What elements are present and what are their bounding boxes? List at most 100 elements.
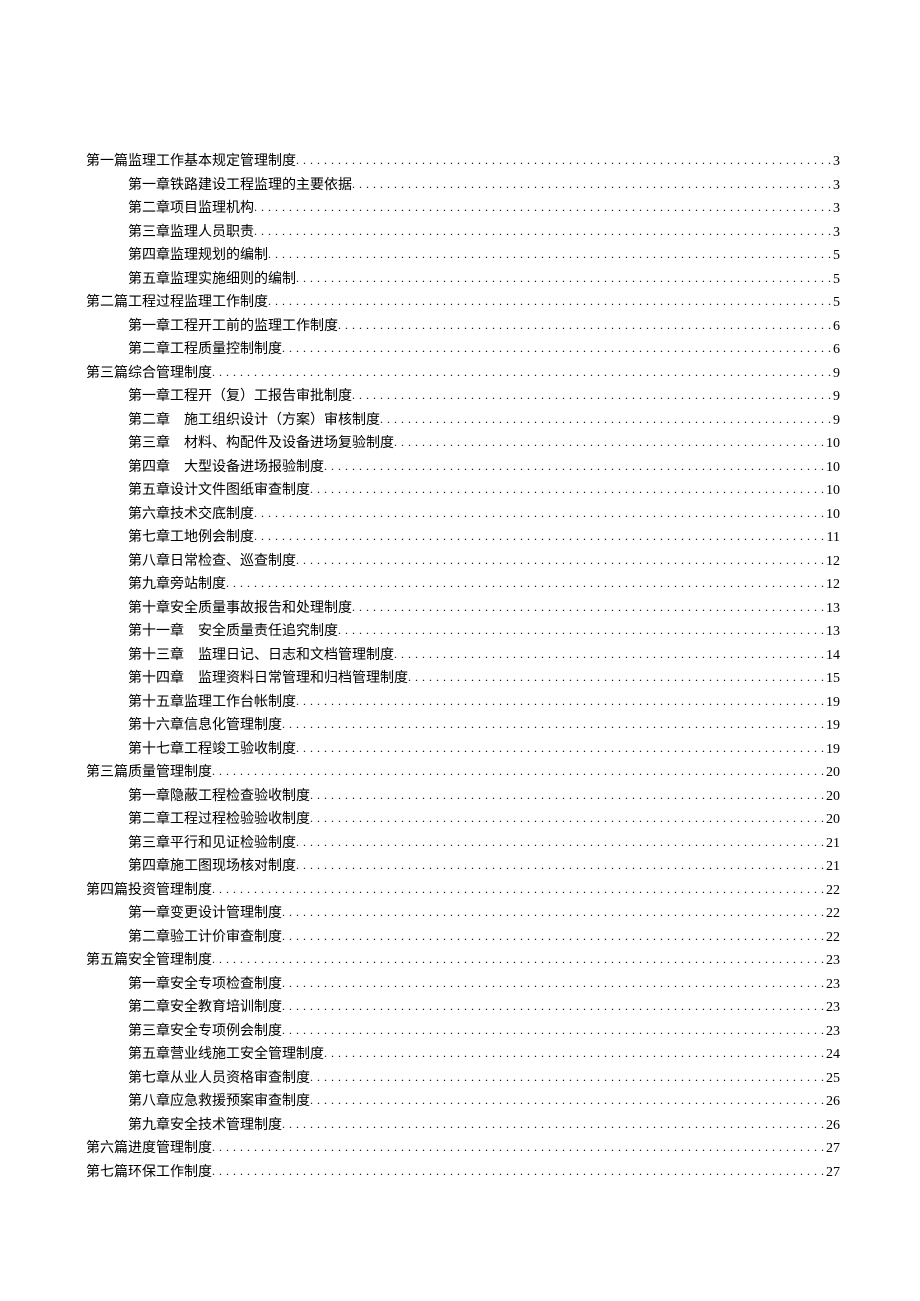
toc-entry: 第十六章信息化管理制度19 bbox=[86, 714, 840, 738]
toc-entry: 第二章项目监理机构3 bbox=[86, 197, 840, 221]
toc-entry-page: 12 bbox=[824, 550, 840, 574]
toc-entry: 第一章铁路建设工程监理的主要依据3 bbox=[86, 174, 840, 198]
toc-entry: 第二章验工计价审查制度22 bbox=[86, 926, 840, 950]
toc-leader-dots bbox=[352, 173, 831, 197]
toc-entry-page: 25 bbox=[824, 1067, 840, 1091]
toc-entry-page: 22 bbox=[824, 902, 840, 926]
toc-leader-dots bbox=[212, 878, 824, 902]
toc-entry-title: 第十六章信息化管理制度 bbox=[128, 714, 282, 738]
toc-entry-title: 第三篇质量管理制度 bbox=[86, 761, 212, 785]
toc-entry-page: 6 bbox=[831, 338, 840, 362]
toc-entry-title: 第五篇安全管理制度 bbox=[86, 949, 212, 973]
toc-entry: 第七章从业人员资格审查制度25 bbox=[86, 1067, 840, 1091]
toc-entry-page: 23 bbox=[824, 1020, 840, 1044]
toc-entry-page: 3 bbox=[831, 150, 840, 174]
toc-entry-title: 第一章工程开（复）工报告审批制度 bbox=[128, 385, 352, 409]
toc-entry-title: 第七篇环保工作制度 bbox=[86, 1161, 212, 1185]
toc-leader-dots bbox=[282, 995, 824, 1019]
toc-entry-page: 3 bbox=[831, 197, 840, 221]
toc-entry-title: 第一章变更设计管理制度 bbox=[128, 902, 282, 926]
toc-entry: 第二篇工程过程监理工作制度5 bbox=[86, 291, 840, 315]
toc-entry: 第六篇进度管理制度 27 bbox=[86, 1137, 840, 1161]
toc-leader-dots bbox=[338, 619, 824, 643]
toc-entry-page: 22 bbox=[824, 879, 840, 903]
toc-leader-dots bbox=[352, 596, 824, 620]
toc-entry-title: 第十七章工程竣工验收制度 bbox=[128, 738, 296, 762]
toc-entry-page: 27 bbox=[824, 1137, 840, 1161]
toc-entry: 第三章平行和见证检验制度 21 bbox=[86, 832, 840, 856]
toc-entry: 第四章 大型设备进场报验制度10 bbox=[86, 456, 840, 480]
toc-entry: 第四篇投资管理制度22 bbox=[86, 879, 840, 903]
toc-entry-page: 10 bbox=[824, 479, 840, 503]
toc-leader-dots bbox=[338, 314, 831, 338]
toc-entry-title: 第十章安全质量事故报告和处理制度 bbox=[128, 597, 352, 621]
toc-entry: 第十章安全质量事故报告和处理制度 13 bbox=[86, 597, 840, 621]
toc-entry-title: 第八章应急救援预案审查制度 bbox=[128, 1090, 310, 1114]
toc-entry-page: 20 bbox=[824, 808, 840, 832]
toc-entry: 第九章旁站制度12 bbox=[86, 573, 840, 597]
toc-entry-page: 19 bbox=[824, 738, 840, 762]
toc-leader-dots bbox=[352, 384, 831, 408]
toc-leader-dots bbox=[296, 737, 824, 761]
toc-leader-dots bbox=[296, 690, 824, 714]
toc-leader-dots bbox=[282, 972, 824, 996]
toc-entry: 第十三章 监理日记、日志和文档管理制度14 bbox=[86, 644, 840, 668]
toc-entry-title: 第四章监理规划的编制 bbox=[128, 244, 268, 268]
toc-entry: 第四章监理规划的编制5 bbox=[86, 244, 840, 268]
toc-entry-page: 9 bbox=[831, 385, 840, 409]
toc-leader-dots bbox=[282, 337, 831, 361]
toc-entry-title: 第二章工程过程检验验收制度 bbox=[128, 808, 310, 832]
toc-entry: 第二章工程过程检验验收制度 20 bbox=[86, 808, 840, 832]
toc-entry-page: 20 bbox=[824, 785, 840, 809]
toc-leader-dots bbox=[254, 502, 824, 526]
toc-entry-title: 第五章设计文件图纸审查制度 bbox=[128, 479, 310, 503]
toc-entry-title: 第九章安全技术管理制度 bbox=[128, 1114, 282, 1138]
toc-leader-dots bbox=[212, 760, 824, 784]
toc-leader-dots bbox=[408, 666, 824, 690]
toc-entry-title: 第六篇进度管理制度 bbox=[86, 1137, 212, 1161]
toc-entry-title: 第二章 施工组织设计（方案）审核制度 bbox=[128, 409, 380, 433]
toc-entry-title: 第六章技术交底制度 bbox=[128, 503, 254, 527]
toc-leader-dots bbox=[310, 478, 824, 502]
toc-entry-title: 第三篇综合管理制度 bbox=[86, 362, 212, 386]
toc-entry: 第三章 材料、构配件及设备进场复验制度10 bbox=[86, 432, 840, 456]
toc-entry: 第五章设计文件图纸审查制度 10 bbox=[86, 479, 840, 503]
toc-entry-title: 第三章平行和见证检验制度 bbox=[128, 832, 296, 856]
toc-leader-dots bbox=[282, 925, 824, 949]
toc-leader-dots bbox=[212, 948, 824, 972]
toc-leader-dots bbox=[324, 455, 824, 479]
toc-leader-dots bbox=[394, 643, 824, 667]
toc-entry-title: 第五章营业线施工安全管理制度 bbox=[128, 1043, 324, 1067]
toc-entry-page: 27 bbox=[824, 1161, 840, 1185]
toc-leader-dots bbox=[310, 1066, 824, 1090]
toc-entry-page: 13 bbox=[824, 597, 840, 621]
toc-entry: 第一章工程开工前的监理工作制度6 bbox=[86, 315, 840, 339]
toc-entry-title: 第二章安全教育培训制度 bbox=[128, 996, 282, 1020]
toc-entry-page: 15 bbox=[824, 667, 840, 691]
toc-leader-dots bbox=[324, 1042, 824, 1066]
toc-leader-dots bbox=[282, 901, 824, 925]
toc-entry-title: 第九章旁站制度 bbox=[128, 573, 226, 597]
toc-entry: 第五章营业线施工安全管理制度24 bbox=[86, 1043, 840, 1067]
toc-entry: 第二章 施工组织设计（方案）审核制度9 bbox=[86, 409, 840, 433]
toc-entry: 第五篇安全管理制度23 bbox=[86, 949, 840, 973]
toc-entry-page: 9 bbox=[831, 362, 840, 386]
toc-entry-title: 第四章 大型设备进场报验制度 bbox=[128, 456, 324, 480]
toc-leader-dots bbox=[296, 549, 824, 573]
toc-entry-title: 第一章铁路建设工程监理的主要依据 bbox=[128, 174, 352, 198]
toc-entry-title: 第二篇工程过程监理工作制度 bbox=[86, 291, 268, 315]
toc-entry-title: 第三章监理人员职责 bbox=[128, 221, 254, 245]
toc-entry-page: 3 bbox=[831, 221, 840, 245]
toc-entry-page: 21 bbox=[824, 855, 840, 879]
toc-entry: 第一篇监理工作基本规定管理制度3 bbox=[86, 150, 840, 174]
toc-leader-dots bbox=[296, 267, 831, 291]
toc-entry-page: 20 bbox=[824, 761, 840, 785]
toc-leader-dots bbox=[310, 1089, 824, 1113]
toc-leader-dots bbox=[226, 572, 824, 596]
toc-leader-dots bbox=[296, 149, 831, 173]
toc-entry: 第十七章工程竣工验收制度 19 bbox=[86, 738, 840, 762]
toc-leader-dots bbox=[254, 220, 831, 244]
toc-entry-page: 11 bbox=[825, 526, 840, 550]
toc-entry-page: 21 bbox=[824, 832, 840, 856]
toc-leader-dots bbox=[296, 854, 824, 878]
